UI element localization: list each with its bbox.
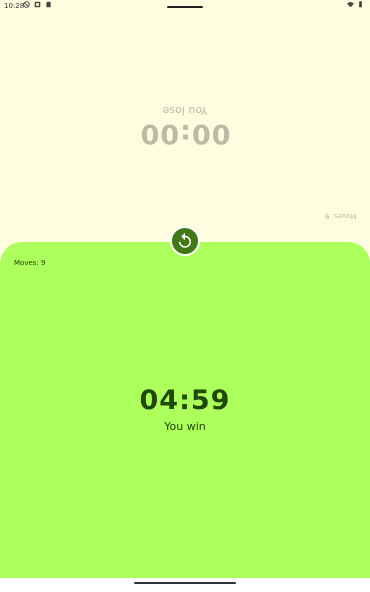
restart-button[interactable] (170, 226, 200, 256)
player-status: You win (164, 420, 206, 433)
player-panel[interactable]: Moves: 9 04:59 You win (0, 242, 370, 578)
opponent-panel[interactable]: 00:00 You lose Moves: 9 (0, 0, 370, 250)
player-timer: 04:59 (139, 385, 231, 416)
navigation-bar (0, 578, 370, 592)
home-gesture-handle[interactable] (134, 582, 236, 584)
opponent-timer: 00:00 (139, 118, 231, 149)
restart-icon (179, 232, 191, 248)
player-moves: Moves: 9 (14, 259, 46, 267)
opponent-status: You lose (162, 104, 208, 117)
opponent-moves: Moves: 9 (324, 212, 356, 220)
